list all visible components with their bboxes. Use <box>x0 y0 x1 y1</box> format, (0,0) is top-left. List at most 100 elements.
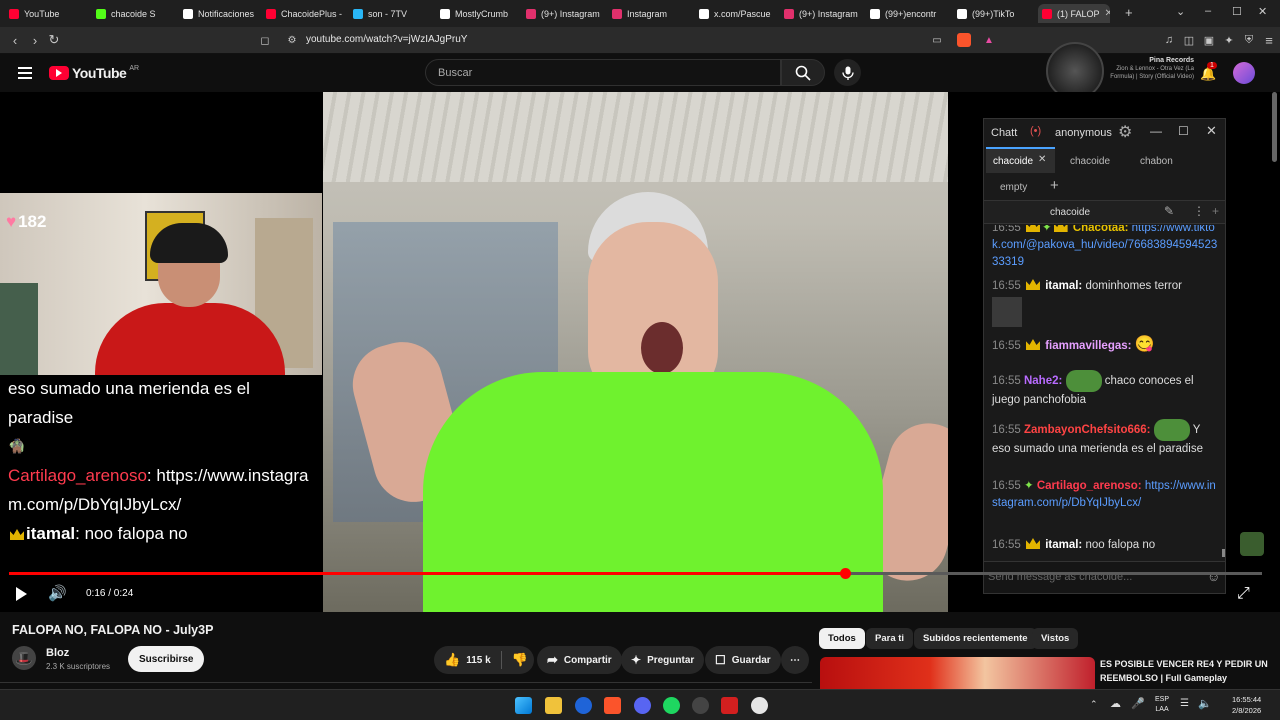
browser-tab[interactable]: chacoide S <box>92 4 174 23</box>
chat-username[interactable]: itamal: <box>1045 280 1082 292</box>
brave-icon[interactable] <box>604 697 621 714</box>
save-button[interactable]: ☐ Guardar <box>705 646 781 674</box>
chatterino-icon[interactable] <box>751 697 768 714</box>
chat-username[interactable]: itamal: <box>1045 539 1082 551</box>
music-icon[interactable]: ♫ <box>1160 31 1178 49</box>
subscribe-button[interactable]: Suscribirse <box>128 646 205 672</box>
windows-start-icon[interactable] <box>515 697 532 714</box>
leo-icon[interactable]: ✦ <box>1220 31 1238 49</box>
browser-tab[interactable]: YouTube <box>5 4 87 23</box>
discord-icon[interactable] <box>634 697 651 714</box>
browser-tab[interactable]: x.com/Pascue <box>695 4 777 23</box>
share-button[interactable]: ➦ Compartir <box>537 646 622 674</box>
file-explorer-icon[interactable] <box>545 697 562 714</box>
wallet-icon[interactable]: ▣ <box>1200 31 1218 49</box>
cast-icon[interactable]: ▭ <box>928 31 946 49</box>
chat-username[interactable]: fiammavillegas: <box>1045 340 1131 352</box>
browser-tab[interactable]: (99+)encontr <box>866 4 948 23</box>
channel-name[interactable]: Bloz <box>46 647 69 659</box>
browser-tab[interactable]: son - 7TV <box>349 4 431 23</box>
filter-chip-all[interactable]: Todos <box>819 628 865 649</box>
close-tab-icon[interactable]: ✕ <box>1038 154 1046 165</box>
settings-gear-icon[interactable]: ⚙ <box>1118 122 1132 142</box>
onedrive-icon[interactable]: ☁ <box>1110 697 1121 710</box>
browser-tab[interactable]: Instagram <box>608 4 690 23</box>
video-frame[interactable] <box>323 92 948 612</box>
filter-chip-for-you[interactable]: Para ti <box>866 628 914 649</box>
volume-icon[interactable]: 🔊 <box>48 584 67 602</box>
bookmark-icon[interactable]: ◻ <box>256 31 274 49</box>
rewards-icon[interactable]: ▲ <box>980 31 998 49</box>
browser-tab[interactable]: (9+) Instagram <box>522 4 604 23</box>
close-window-icon[interactable]: ✕ <box>1258 5 1267 18</box>
filter-chip-recent[interactable]: Subidos recientemente <box>914 628 1037 649</box>
minimize-window-icon[interactable]: – <box>1205 5 1211 17</box>
app-icon[interactable] <box>721 697 738 714</box>
tray-chevron-icon[interactable]: ⌃ <box>1090 699 1098 710</box>
scrollbar[interactable] <box>1222 549 1225 557</box>
sidebar-icon[interactable]: ◫ <box>1180 31 1198 49</box>
thumbs-down-icon[interactable]: 👎 <box>512 652 528 668</box>
browser-tab[interactable]: (99+)TikTo <box>953 4 1035 23</box>
progress-scrubber[interactable] <box>839 568 851 579</box>
search-input[interactable]: Buscar <box>425 59 781 86</box>
language-indicator[interactable]: ESP LAA <box>1155 695 1169 715</box>
reload-icon[interactable]: ↻ <box>45 31 63 49</box>
more-actions-button[interactable]: ⋯ <box>781 646 809 674</box>
youtube-logo[interactable]: YouTube AR <box>49 65 139 81</box>
mini-player-info[interactable]: Pina Records Zion & Lennox - Otra Vez (L… <box>1108 57 1194 81</box>
back-icon[interactable]: ‹ <box>6 31 24 49</box>
thumbs-up-icon[interactable]: 👍 <box>444 652 460 668</box>
site-info-icon[interactable]: ⚙ <box>283 31 301 49</box>
account-avatar[interactable] <box>1233 62 1255 84</box>
obs-icon[interactable] <box>692 697 709 714</box>
ask-button[interactable]: ✦ Preguntar <box>621 646 705 674</box>
add-tab-icon[interactable]: + <box>1050 177 1059 194</box>
browser-tab[interactable]: (9+) Instagram <box>780 4 862 23</box>
volume-tray-icon[interactable]: 🔈 <box>1198 697 1212 710</box>
menu-icon[interactable]: ≡ <box>1260 31 1278 49</box>
chevron-down-icon[interactable]: ⌄ <box>1176 5 1185 18</box>
hamburger-menu-icon[interactable] <box>18 67 32 79</box>
browser-tab[interactable]: Notificaciones <box>179 4 257 23</box>
minimize-icon[interactable]: — <box>1150 124 1162 138</box>
bing-icon[interactable] <box>575 697 592 714</box>
chat-username[interactable]: Cartilago_arenoso: <box>1037 480 1142 492</box>
clock[interactable]: 16:55:44 2/8/2026 <box>1232 694 1261 716</box>
chatt-tab-label[interactable]: chacoide <box>1070 156 1110 167</box>
chatt-user[interactable]: anonymous <box>1055 127 1112 139</box>
browser-tab[interactable]: ChacoidePlus - <box>262 4 344 23</box>
edit-icon[interactable]: ✎ <box>1164 204 1174 218</box>
chat-username[interactable]: Nahe2: <box>1024 375 1062 387</box>
recommendation-thumbnail[interactable] <box>820 657 1095 689</box>
chat-username[interactable]: Chacotaa: <box>1073 225 1129 234</box>
maximize-window-icon[interactable]: ☐ <box>1232 5 1242 18</box>
spotify-icon[interactable] <box>663 697 680 714</box>
channel-avatar[interactable]: 🎩 <box>12 646 36 670</box>
search-button[interactable] <box>781 59 825 86</box>
vpn-icon[interactable]: ⛨ <box>1240 31 1258 49</box>
like-count[interactable]: 115 k <box>466 655 490 666</box>
filter-chip-watched[interactable]: Vistos <box>1032 628 1079 649</box>
more-vertical-icon[interactable]: ⋮ <box>1193 204 1205 218</box>
add-split-icon[interactable]: + <box>1212 204 1219 218</box>
new-tab-icon[interactable]: + <box>1125 5 1133 20</box>
voice-search-button[interactable] <box>834 59 861 86</box>
forward-icon[interactable]: › <box>26 31 44 49</box>
play-icon[interactable] <box>16 587 27 601</box>
fullscreen-icon[interactable]: ⤢ <box>1237 585 1250 603</box>
chatt-tab-label[interactable]: chabon <box>1140 156 1173 167</box>
close-icon[interactable]: ✕ <box>1206 123 1217 139</box>
maximize-icon[interactable]: ☐ <box>1178 124 1189 138</box>
recommendation-title[interactable]: ES POSIBLE VENCER RE4 Y PEDIR UN REEMBOL… <box>1100 657 1270 685</box>
chat-username[interactable]: ZambayonChefsito666: <box>1024 424 1151 436</box>
url-field[interactable]: youtube.com/watch?v=jWzIAJgPruY <box>306 34 467 45</box>
browser-tab[interactable]: (1) FALOP ✕ <box>1038 4 1110 23</box>
page-scrollbar[interactable] <box>1272 92 1277 162</box>
chatt-tab-label[interactable]: empty <box>1000 182 1027 193</box>
browser-tab[interactable]: MostlyCrumb <box>436 4 518 23</box>
brave-shields-icon[interactable] <box>957 33 971 47</box>
mic-tray-icon[interactable]: 🎤 <box>1131 697 1145 710</box>
close-tab-icon[interactable]: ✕ <box>1105 8 1110 19</box>
wifi-icon[interactable]: ☰ <box>1180 698 1189 709</box>
